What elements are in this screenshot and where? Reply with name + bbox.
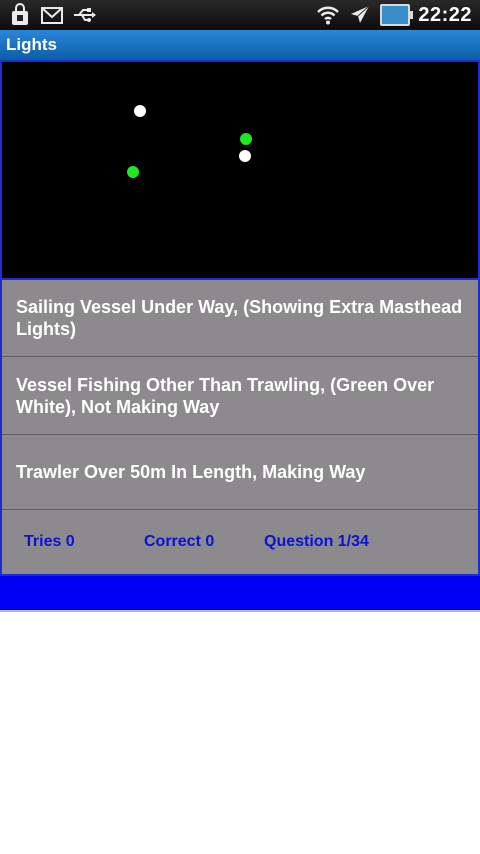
wifi-icon [316, 3, 340, 27]
white-light-top-left [134, 105, 146, 117]
gmail-icon [40, 3, 64, 27]
white-light-right [239, 150, 251, 162]
question-counter: Question 1/34 [264, 533, 369, 550]
correct-count: Correct 0 [144, 533, 215, 550]
answer-option-label: Vessel Fishing Other Than Trawling, (Gre… [16, 374, 435, 417]
airplane-mode-icon [348, 3, 372, 27]
answer-option-1[interactable]: Sailing Vessel Under Way, (Showing Extra… [2, 280, 478, 357]
status-bar: 22:22 [0, 0, 480, 30]
green-light-right [240, 133, 252, 145]
answer-option-3[interactable]: Trawler Over 50m In Length, Making Way [2, 435, 478, 510]
lights-display [2, 62, 478, 280]
bottom-bar [0, 576, 480, 610]
page-title: Lights [0, 30, 480, 60]
clock: 22:22 [418, 3, 472, 26]
answer-option-label: Trawler Over 50m In Length, Making Way [16, 462, 366, 482]
quiz-panel: Sailing Vessel Under Way, (Showing Extra… [0, 60, 480, 576]
divider [0, 610, 480, 612]
score-bar: Tries 0 Correct 0 Question 1/34 [2, 510, 478, 574]
battery-icon [380, 4, 414, 26]
bag-icon [8, 3, 32, 27]
answer-option-2[interactable]: Vessel Fishing Other Than Trawling, (Gre… [2, 357, 478, 435]
tries-count: Tries 0 [24, 533, 75, 550]
notification-icons [8, 3, 96, 27]
usb-icon [72, 3, 96, 27]
answer-option-label: Sailing Vessel Under Way, (Showing Extra… [16, 297, 463, 339]
green-light-left [127, 166, 139, 178]
system-icons: 22:22 [316, 3, 472, 27]
